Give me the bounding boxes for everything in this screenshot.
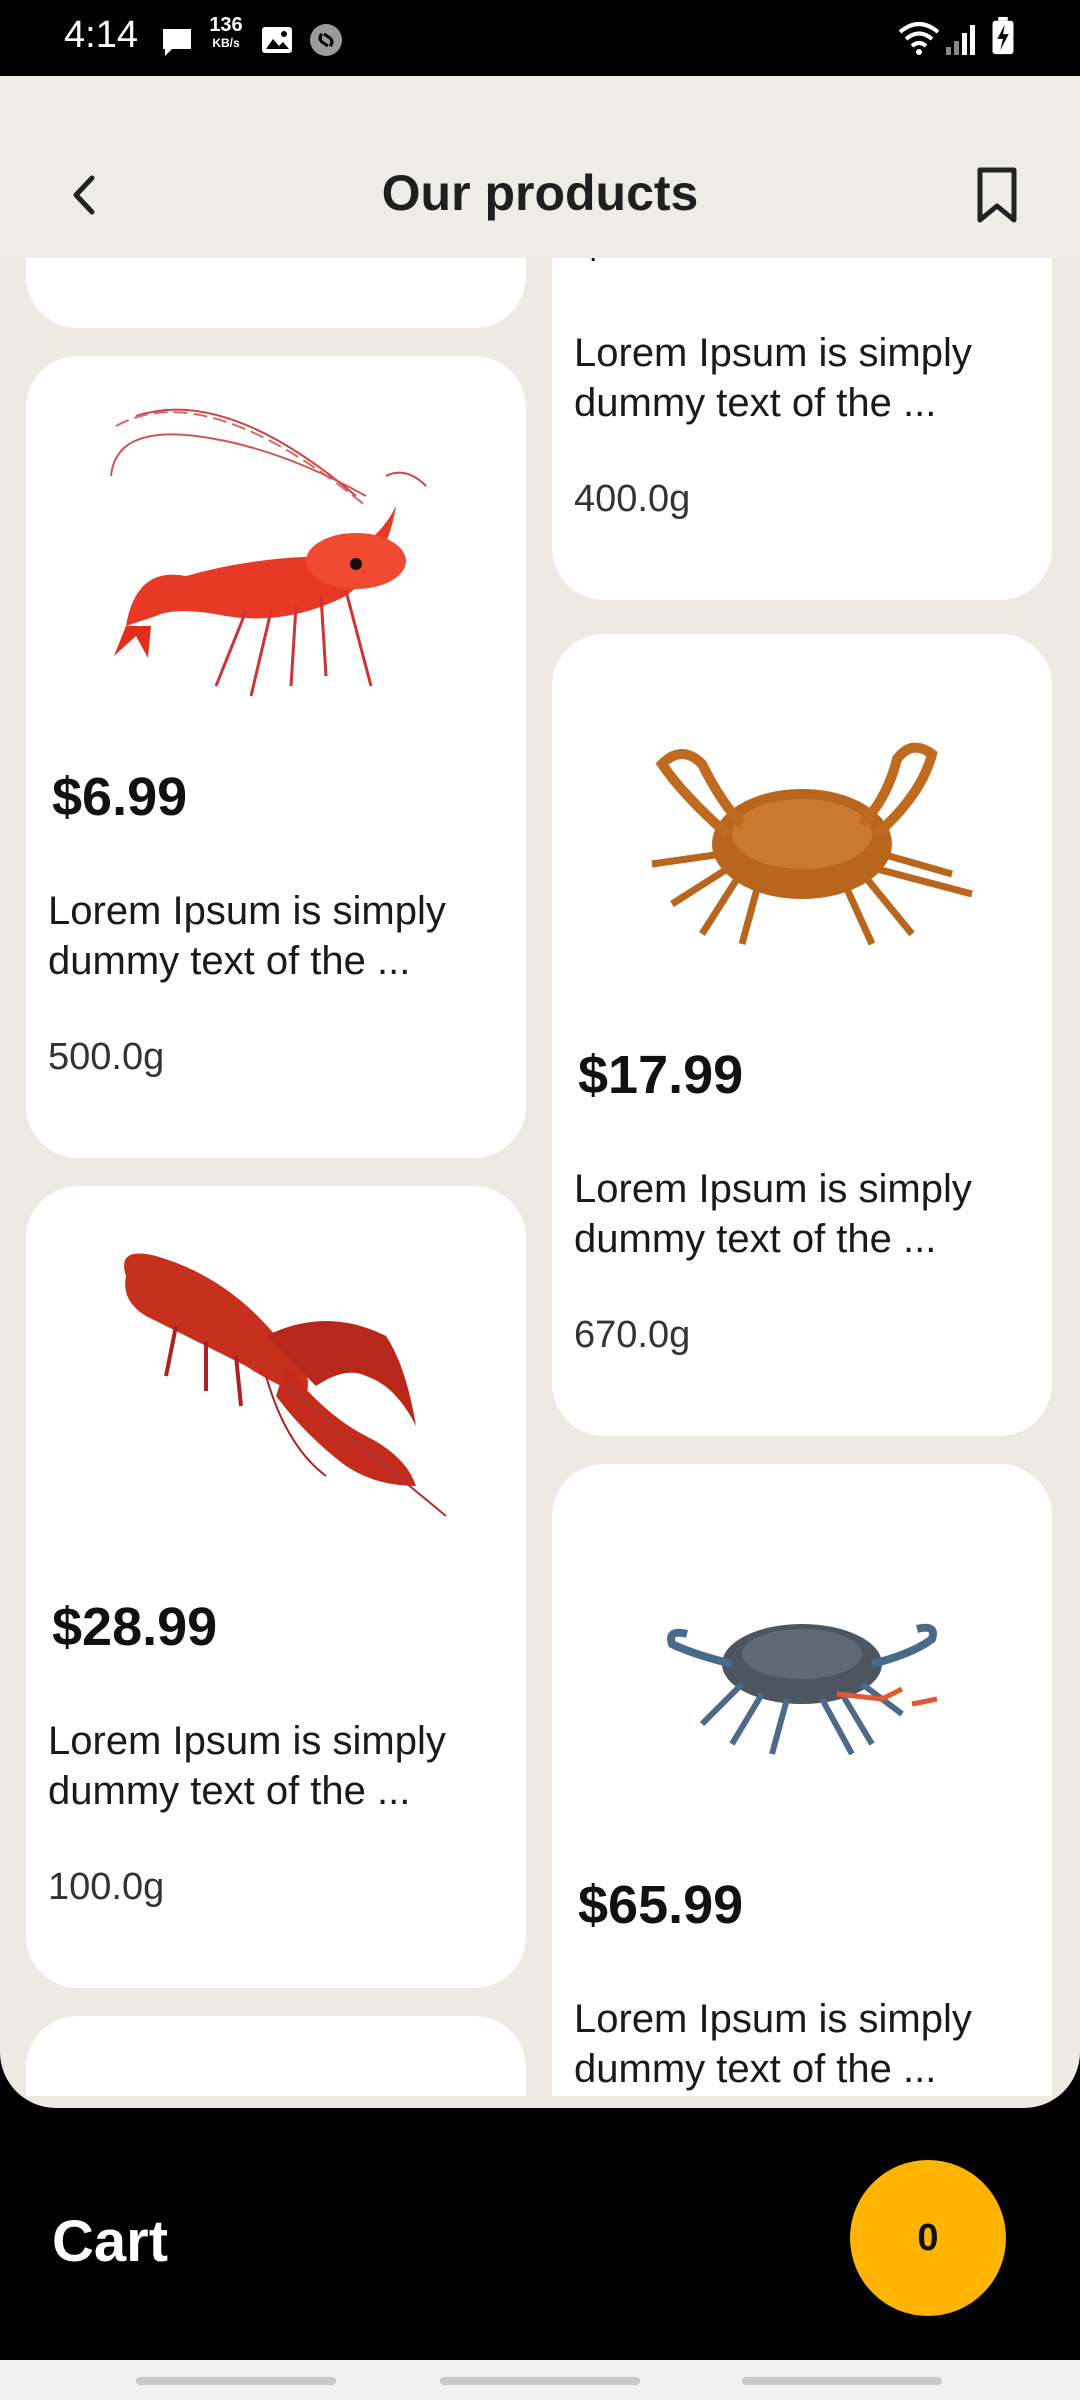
nav-recents[interactable] bbox=[136, 2377, 336, 2385]
product-card[interactable]: $28.99 Lorem Ipsum is simply dummy text … bbox=[26, 1186, 526, 1988]
net-speed-value: 136 bbox=[209, 14, 243, 36]
product-description: Lorem Ipsum is simply dummy text of the … bbox=[574, 1997, 972, 2091]
status-bar: 4:14 136 KB/s bbox=[0, 0, 1080, 76]
brown-crab-image bbox=[651, 742, 973, 946]
status-time: 4:14 bbox=[64, 14, 138, 56]
product-weight: 500.0g bbox=[48, 1036, 165, 1078]
product-price: $65.99 bbox=[578, 1875, 744, 1935]
page-title: Our products bbox=[381, 165, 699, 221]
lobster-image bbox=[124, 1253, 447, 1517]
product-weight: 400.0g bbox=[574, 478, 691, 520]
product-card[interactable]: $4.99 Lorem Ipsum is simply dummy text o… bbox=[552, 258, 1052, 600]
product-card[interactable]: $6.99 Lorem Ipsum is simply dummy text o… bbox=[26, 356, 526, 1158]
cart-bar: Cart 0 bbox=[0, 2108, 1080, 2368]
product-price: $6.99 bbox=[52, 767, 188, 827]
net-speed-unit: KB/s bbox=[212, 36, 240, 50]
product-price: $4.99 bbox=[578, 258, 713, 270]
product-card[interactable]: $17.99 Lorem Ipsum is simply dummy text … bbox=[552, 634, 1052, 1436]
product-grid[interactable]: $6.99 Lorem Ipsum is simply dummy text o… bbox=[0, 258, 1080, 2096]
net-speed: 136 KB/s bbox=[206, 14, 246, 52]
wifi-icon bbox=[898, 22, 940, 55]
blue-crab-image bbox=[667, 1623, 938, 1756]
signal-icon bbox=[946, 25, 975, 55]
product-description: Lorem Ipsum is simply dummy text of the … bbox=[48, 1719, 446, 1813]
product-weight: 100.0g bbox=[48, 1866, 165, 1908]
product-price: $17.99 bbox=[578, 1045, 744, 1105]
bookmark-icon[interactable] bbox=[972, 166, 1022, 224]
system-nav-bar bbox=[0, 2360, 1080, 2400]
app-bar: Our products bbox=[0, 76, 1080, 258]
nav-back[interactable] bbox=[742, 2377, 942, 2385]
product-weight: 670.0g bbox=[574, 1314, 691, 1356]
nav-home[interactable] bbox=[440, 2377, 640, 2385]
cart-count-badge[interactable]: 0 bbox=[850, 2160, 1006, 2316]
product-card-partial[interactable] bbox=[26, 2016, 526, 2096]
product-price: $28.99 bbox=[52, 1597, 218, 1657]
shazam-icon bbox=[310, 24, 342, 56]
product-card[interactable]: $65.99 Lorem Ipsum is simply dummy text … bbox=[552, 1464, 1052, 2096]
product-description: Lorem Ipsum is simply dummy text of the … bbox=[574, 331, 972, 425]
gallery-icon bbox=[262, 27, 292, 53]
message-icon bbox=[163, 29, 191, 56]
cart-button[interactable]: Cart bbox=[52, 2208, 168, 2275]
shrimp-image bbox=[110, 408, 427, 697]
product-description: Lorem Ipsum is simply dummy text of the … bbox=[48, 889, 446, 983]
product-card-partial[interactable] bbox=[26, 258, 526, 328]
product-description: Lorem Ipsum is simply dummy text of the … bbox=[574, 1167, 972, 1261]
products-sheet: Our products $6.99 Lorem Ipsum is simply… bbox=[0, 76, 1080, 2108]
battery-charging-icon bbox=[992, 16, 1014, 55]
